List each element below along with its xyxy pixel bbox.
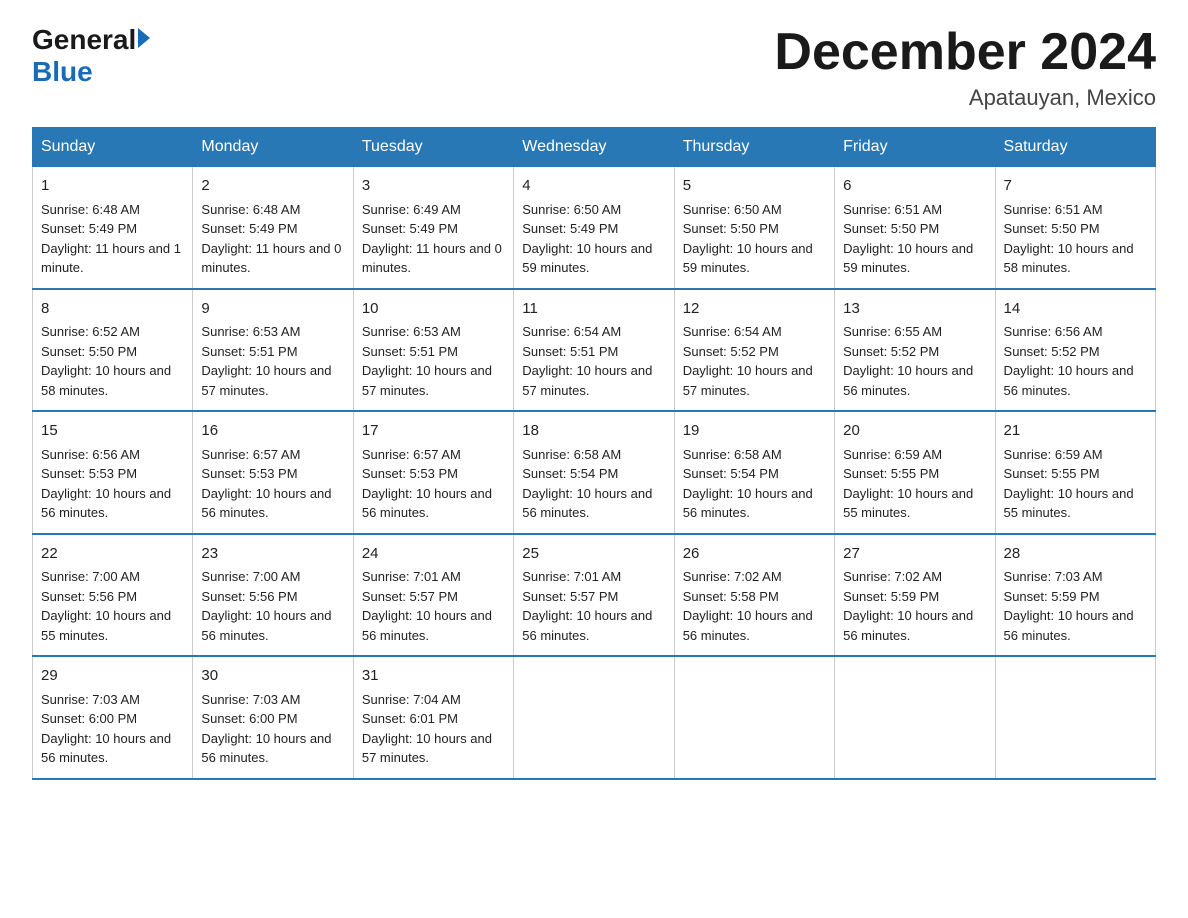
header-thursday: Thursday — [674, 128, 834, 167]
header-friday: Friday — [835, 128, 995, 167]
day-number: 26 — [683, 543, 826, 566]
table-row: 17Sunrise: 6:57 AMSunset: 5:53 PMDayligh… — [353, 411, 513, 534]
day-number: 2 — [201, 175, 344, 198]
day-number: 9 — [201, 298, 344, 321]
header-monday: Monday — [193, 128, 353, 167]
day-number: 21 — [1004, 420, 1147, 443]
table-row: 6Sunrise: 6:51 AMSunset: 5:50 PMDaylight… — [835, 167, 995, 289]
day-number: 29 — [41, 665, 184, 688]
header-sunday: Sunday — [33, 128, 193, 167]
table-row: 4Sunrise: 6:50 AMSunset: 5:49 PMDaylight… — [514, 167, 674, 289]
day-number: 20 — [843, 420, 986, 443]
header-saturday: Saturday — [995, 128, 1155, 167]
table-row: 24Sunrise: 7:01 AMSunset: 5:57 PMDayligh… — [353, 534, 513, 657]
day-number: 14 — [1004, 298, 1147, 321]
header-tuesday: Tuesday — [353, 128, 513, 167]
table-row: 18Sunrise: 6:58 AMSunset: 5:54 PMDayligh… — [514, 411, 674, 534]
table-row — [995, 656, 1155, 779]
day-number: 11 — [522, 298, 665, 321]
day-number: 7 — [1004, 175, 1147, 198]
table-row: 16Sunrise: 6:57 AMSunset: 5:53 PMDayligh… — [193, 411, 353, 534]
day-number: 1 — [41, 175, 184, 198]
day-number: 22 — [41, 543, 184, 566]
day-number: 16 — [201, 420, 344, 443]
table-row: 30Sunrise: 7:03 AMSunset: 6:00 PMDayligh… — [193, 656, 353, 779]
day-number: 10 — [362, 298, 505, 321]
day-number: 23 — [201, 543, 344, 566]
table-row: 26Sunrise: 7:02 AMSunset: 5:58 PMDayligh… — [674, 534, 834, 657]
month-title: December 2024 — [774, 24, 1156, 81]
calendar-table: Sunday Monday Tuesday Wednesday Thursday… — [32, 127, 1156, 780]
table-row: 27Sunrise: 7:02 AMSunset: 5:59 PMDayligh… — [835, 534, 995, 657]
calendar-body: 1Sunrise: 6:48 AMSunset: 5:49 PMDaylight… — [33, 167, 1156, 779]
table-row: 25Sunrise: 7:01 AMSunset: 5:57 PMDayligh… — [514, 534, 674, 657]
table-row: 3Sunrise: 6:49 AMSunset: 5:49 PMDaylight… — [353, 167, 513, 289]
day-number: 5 — [683, 175, 826, 198]
day-number: 6 — [843, 175, 986, 198]
table-row: 14Sunrise: 6:56 AMSunset: 5:52 PMDayligh… — [995, 289, 1155, 412]
table-row — [514, 656, 674, 779]
table-row: 21Sunrise: 6:59 AMSunset: 5:55 PMDayligh… — [995, 411, 1155, 534]
day-number: 12 — [683, 298, 826, 321]
table-row: 12Sunrise: 6:54 AMSunset: 5:52 PMDayligh… — [674, 289, 834, 412]
day-number: 18 — [522, 420, 665, 443]
logo-blue-text: Blue — [32, 56, 150, 88]
title-section: December 2024 Apatauyan, Mexico — [774, 24, 1156, 111]
table-row: 7Sunrise: 6:51 AMSunset: 5:50 PMDaylight… — [995, 167, 1155, 289]
table-row: 23Sunrise: 7:00 AMSunset: 5:56 PMDayligh… — [193, 534, 353, 657]
table-row: 15Sunrise: 6:56 AMSunset: 5:53 PMDayligh… — [33, 411, 193, 534]
table-row: 28Sunrise: 7:03 AMSunset: 5:59 PMDayligh… — [995, 534, 1155, 657]
table-row — [674, 656, 834, 779]
table-row: 13Sunrise: 6:55 AMSunset: 5:52 PMDayligh… — [835, 289, 995, 412]
logo-arrow-icon — [138, 28, 150, 48]
table-row: 11Sunrise: 6:54 AMSunset: 5:51 PMDayligh… — [514, 289, 674, 412]
header-wednesday: Wednesday — [514, 128, 674, 167]
table-row: 10Sunrise: 6:53 AMSunset: 5:51 PMDayligh… — [353, 289, 513, 412]
day-number: 8 — [41, 298, 184, 321]
day-number: 27 — [843, 543, 986, 566]
day-number: 4 — [522, 175, 665, 198]
table-row — [835, 656, 995, 779]
table-row: 22Sunrise: 7:00 AMSunset: 5:56 PMDayligh… — [33, 534, 193, 657]
calendar-header: Sunday Monday Tuesday Wednesday Thursday… — [33, 128, 1156, 167]
day-number: 30 — [201, 665, 344, 688]
table-row: 5Sunrise: 6:50 AMSunset: 5:50 PMDaylight… — [674, 167, 834, 289]
table-row: 8Sunrise: 6:52 AMSunset: 5:50 PMDaylight… — [33, 289, 193, 412]
table-row: 9Sunrise: 6:53 AMSunset: 5:51 PMDaylight… — [193, 289, 353, 412]
location-subtitle: Apatauyan, Mexico — [774, 85, 1156, 111]
table-row: 19Sunrise: 6:58 AMSunset: 5:54 PMDayligh… — [674, 411, 834, 534]
day-number: 24 — [362, 543, 505, 566]
page-header: General Blue December 2024 Apatauyan, Me… — [32, 24, 1156, 111]
day-number: 13 — [843, 298, 986, 321]
day-number: 25 — [522, 543, 665, 566]
table-row: 29Sunrise: 7:03 AMSunset: 6:00 PMDayligh… — [33, 656, 193, 779]
table-row: 1Sunrise: 6:48 AMSunset: 5:49 PMDaylight… — [33, 167, 193, 289]
logo: General Blue — [32, 24, 150, 88]
day-number: 15 — [41, 420, 184, 443]
table-row: 20Sunrise: 6:59 AMSunset: 5:55 PMDayligh… — [835, 411, 995, 534]
day-number: 28 — [1004, 543, 1147, 566]
day-number: 17 — [362, 420, 505, 443]
logo-general-text: General — [32, 24, 136, 56]
day-number: 31 — [362, 665, 505, 688]
table-row: 2Sunrise: 6:48 AMSunset: 5:49 PMDaylight… — [193, 167, 353, 289]
day-number: 3 — [362, 175, 505, 198]
day-number: 19 — [683, 420, 826, 443]
table-row: 31Sunrise: 7:04 AMSunset: 6:01 PMDayligh… — [353, 656, 513, 779]
